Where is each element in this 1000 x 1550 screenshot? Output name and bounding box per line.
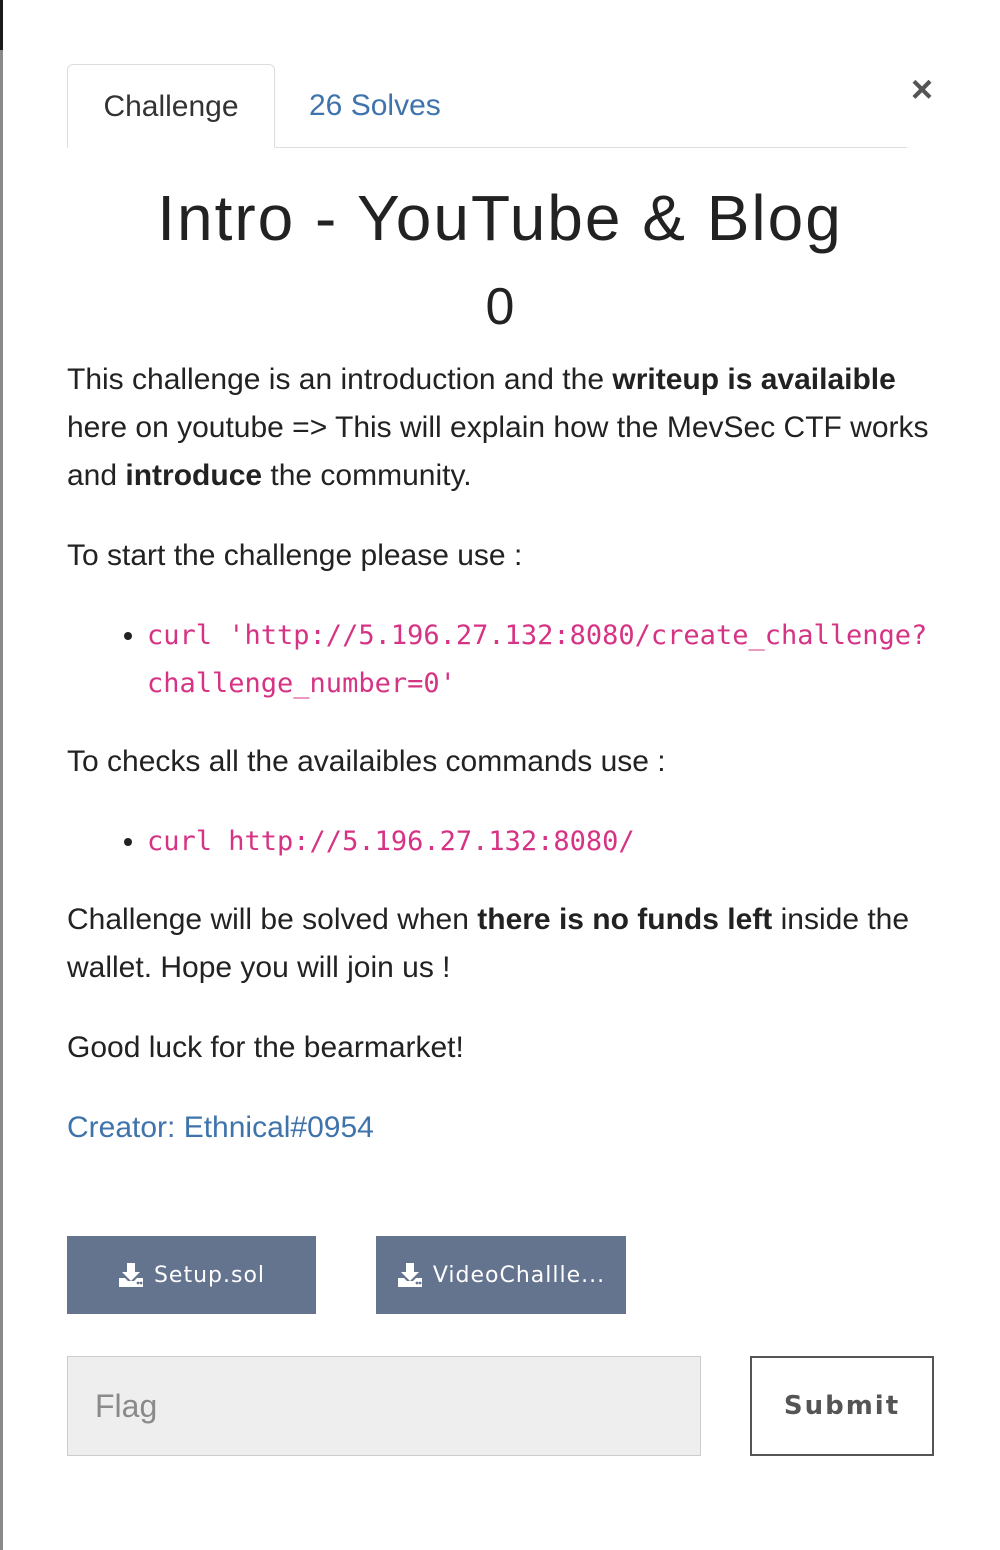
window-edge-top: [0, 0, 3, 50]
description-paragraph: To checks all the availaibles commands u…: [67, 745, 666, 778]
bold-text: writeup is availaible: [612, 363, 896, 396]
file-name: VideoChallle...: [432, 1262, 606, 1288]
download-icon: [118, 1263, 143, 1287]
challenge-points: 0: [485, 278, 515, 336]
flag-input[interactable]: [67, 1356, 701, 1456]
challenge-title: Intro - YouTube & Blog: [157, 182, 843, 254]
description-paragraph: Good luck for the bearmarket!: [67, 1031, 464, 1064]
list-commands-command: curl http://5.196.27.132:8080/: [147, 818, 937, 866]
create-challenge-command: curl 'http://5.196.27.132:8080/create_ch…: [147, 612, 937, 708]
description-paragraph: To start the challenge please use :: [67, 539, 523, 572]
command-list: curl 'http://5.196.27.132:8080/create_ch…: [67, 612, 937, 708]
description-paragraph: Challenge will be solved when there is n…: [67, 896, 937, 992]
tab-solves[interactable]: 26 Solves: [309, 64, 441, 146]
text: This challenge is an introduction and th…: [67, 363, 613, 396]
description-paragraph: This challenge is an introduction and th…: [67, 356, 937, 500]
command-list: curl http://5.196.27.132:8080/: [67, 818, 937, 866]
text: the community.: [262, 459, 472, 492]
tab-challenge[interactable]: Challenge: [67, 64, 275, 148]
text: Challenge will be solved when: [67, 903, 478, 936]
close-icon[interactable]: ×: [906, 71, 938, 109]
bold-text: there is no funds left: [477, 903, 773, 936]
bold-text: introduce: [125, 459, 263, 492]
download-icon: [397, 1263, 422, 1287]
download-setup-button[interactable]: Setup.sol: [67, 1236, 316, 1314]
creator-link[interactable]: Creator: Ethnical#0954: [67, 1111, 374, 1144]
modal-tabs: Challenge 26 Solves: [67, 64, 907, 148]
download-video-button[interactable]: VideoChallle...: [376, 1236, 626, 1314]
submit-button[interactable]: Submit: [750, 1356, 934, 1456]
creator-paragraph: Creator: Ethnical#0954: [67, 1104, 937, 1152]
challenge-description: This challenge is an introduction and th…: [67, 356, 937, 1184]
file-name: Setup.sol: [153, 1262, 266, 1288]
